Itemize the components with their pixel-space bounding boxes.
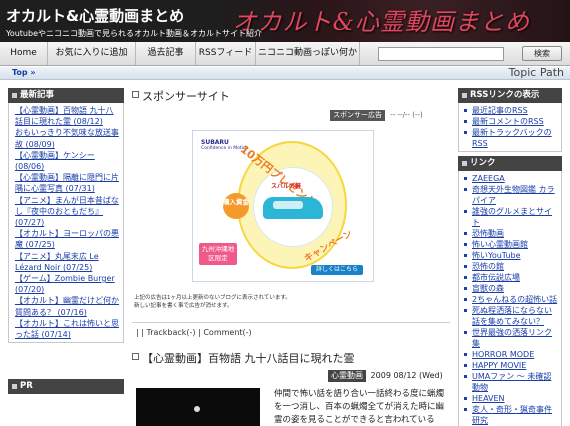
heading-bullet-icon <box>12 384 17 389</box>
external-link[interactable]: 都市伝説広場 <box>462 272 558 283</box>
links-list: ZAEEGA 奇想天外生物図鑑 カラパイア 誰強のグルメまとサイト 恐怖動画 怖… <box>458 171 562 426</box>
recent-post-item[interactable]: 【オカルト】幽霊だけど何か質問ある？ (07/16) <box>12 295 120 317</box>
rss-list: 最近記事のRSS 最新コメントのRSS 最新トラックバックのRSS <box>458 103 562 152</box>
ad-banner[interactable]: SUBARU Confidence in Motion 10万円プレゼント スバ… <box>192 130 374 282</box>
rss-link[interactable]: 最新コメントのRSS <box>462 116 558 127</box>
ad-cash-badge: 購入資金 <box>223 193 249 219</box>
site-subtitle: Youtubeやニコニコ動画で見られるオカルト動画＆オカルトサイト紹介 <box>6 29 262 38</box>
external-link[interactable]: 恐怖動画 <box>462 228 558 239</box>
external-link[interactable]: HAPPY MOVIE <box>462 360 558 371</box>
heading-bullet-icon <box>12 93 17 98</box>
ad-note-line: 上記の広告は1ヶ月以上更新のないブログに表示されています。 <box>134 295 291 301</box>
recent-posts-heading-label: 最新記事 <box>20 90 55 100</box>
recent-post-item[interactable]: 【オカルト】これは怖いと思った話 (07/14) <box>12 318 120 340</box>
ad-more-button[interactable]: 詳しくはこちら <box>311 265 363 275</box>
post-date: 2009 08/12 (Wed) <box>370 371 443 380</box>
pr-heading: PR <box>8 379 124 394</box>
decorative-title: オカルト&心霊動画まとめ <box>232 8 530 36</box>
pr-heading-label: PR <box>20 381 33 391</box>
post-title: 【心霊動画】百物語 九十八話目に現れた霊 <box>132 350 450 366</box>
ad-brand: SUBARU <box>201 139 229 146</box>
post-title-text[interactable]: 【心霊動画】百物語 九十八話目に現れた霊 <box>142 352 355 365</box>
links-heading-label: リンク <box>470 158 496 168</box>
links-heading: リンク <box>458 156 562 171</box>
search-input[interactable] <box>378 47 504 61</box>
nav-archive[interactable]: 過去記事 <box>136 42 196 65</box>
external-link[interactable]: 怖いYouTube <box>462 250 558 261</box>
external-link[interactable]: 盲獣の森 <box>462 283 558 294</box>
external-link[interactable]: HORROR MODE <box>462 349 558 360</box>
post-excerpt: 仲間で怖い話を語り合い一話終わる度に蝋燭を一つ消し、百本の蝋燭全てが消えた時に幽… <box>274 389 445 425</box>
recent-post-item[interactable]: おもいっきり不気味な放送事故 (08/09) <box>12 127 120 149</box>
external-link[interactable]: 奇想天外生物図鑑 カラパイア <box>462 184 558 206</box>
ad-category-tag[interactable]: スポンサー広告 <box>330 110 385 121</box>
external-link[interactable]: 誰強のグルメまとサイト <box>462 206 558 228</box>
site-title[interactable]: オカルト&心霊動画まとめ <box>6 5 184 26</box>
heading-bullet-icon <box>462 93 467 98</box>
external-link[interactable]: HEAVEN <box>462 393 558 404</box>
ad-region-badge: 九州沖縄地区限定 <box>199 243 237 265</box>
recent-post-item[interactable]: 【アニメ】まんが日本昔ばなし『夜中のおともだち』 (07/27) <box>12 195 120 229</box>
title-box-icon <box>132 91 139 98</box>
rss-heading-label: RSSリンクの表示 <box>470 90 540 100</box>
divider <box>132 322 450 323</box>
ad-meta: スポンサー広告 -- --/-- (--) <box>330 110 423 121</box>
external-link[interactable]: 変人・奇形・猟奇事件研究 <box>462 404 558 426</box>
ad-note-line: 新しい記事を書く事で広告が消せます。 <box>134 303 233 309</box>
main-content: スポンサーサイト スポンサー広告 -- --/-- (--) SUBARU Co… <box>132 88 450 426</box>
breadcrumb-top-link[interactable]: Top » <box>12 68 36 77</box>
sponsor-section-title: スポンサーサイト <box>132 88 450 104</box>
external-link[interactable]: 世界最強の洒落リンク集 <box>462 327 558 349</box>
recent-posts-heading: 最新記事 <box>8 88 124 103</box>
search-button[interactable]: 検索 <box>522 46 562 61</box>
nav-rss[interactable]: RSSフィード <box>196 42 256 65</box>
nav-favorites[interactable]: お気に入りに追加 <box>48 42 136 65</box>
ad-date: -- --/-- (--) <box>390 111 423 119</box>
trackback-comment-line[interactable]: | | Trackback(-) | Comment(-) <box>136 328 252 337</box>
breadcrumb: Top » Topic Path <box>0 66 570 80</box>
ad-car-name: スバルの軽 <box>271 183 302 190</box>
recent-post-item[interactable]: 【オカルト】ヨーロッパの悪魔 (07/25) <box>12 228 120 250</box>
recent-posts-list: 【心霊動画】百物語 九十八話目に現れた霊 (08/12) おもいっきり不気味な放… <box>8 103 124 344</box>
external-link[interactable]: UMAファン ～ 未確認動物 <box>462 371 558 393</box>
rss-link[interactable]: 最近記事のRSS <box>462 105 558 116</box>
recent-post-item[interactable]: 【心霊動画】百物語 九十八話目に現れた霊 (08/12) <box>12 105 120 127</box>
global-nav: Home お気に入りに追加 過去記事 RSSフィード ニコニコ動画っぽい何か 検… <box>0 42 570 66</box>
recent-post-item[interactable]: 【ゲーム】Zombie Burger (07/20) <box>12 273 120 295</box>
title-box-icon <box>132 353 139 360</box>
left-sidebar: 最新記事 【心霊動画】百物語 九十八話目に現れた霊 (08/12) おもいっきり… <box>8 88 124 344</box>
rss-heading: RSSリンクの表示 <box>458 88 562 103</box>
external-link[interactable]: ZAEEGA <box>462 173 558 184</box>
rss-link[interactable]: 最新トラックバックのRSS <box>462 127 558 149</box>
car-image <box>263 197 323 219</box>
header-decoration: オカルト&心霊動画まとめ <box>210 0 570 42</box>
nav-home[interactable]: Home <box>0 42 48 65</box>
external-link[interactable]: 2ちゃんねるの超怖い話 <box>462 294 558 305</box>
external-link[interactable]: 恐怖の館 <box>462 261 558 272</box>
post-thumbnail[interactable] <box>136 388 260 426</box>
nav-nico[interactable]: ニコニコ動画っぽい何か <box>256 42 360 65</box>
recent-post-item[interactable]: 【アニメ】丸尾末広 Le Lézard Noir (07/25) <box>12 251 120 273</box>
external-link[interactable]: 死ぬ程洒落にならない話を集めてみない？ <box>462 305 558 327</box>
topic-path-label: Topic Path <box>508 66 564 79</box>
post-meta: 心霊動画 2009 08/12 (Wed) <box>328 370 443 382</box>
right-sidebar: RSSリンクの表示 最近記事のRSS 最新コメントのRSS 最新トラックバックの… <box>458 88 562 426</box>
recent-post-item[interactable]: 【心霊動画】ケンシー (08/06) <box>12 150 120 172</box>
sponsor-title-text: スポンサーサイト <box>142 90 230 103</box>
recent-post-item[interactable]: 【心霊動画】隔離に隠門に片隅に心霊写真 (07/31) <box>12 172 120 194</box>
external-link[interactable]: 怖い心霊動画館 <box>462 239 558 250</box>
heading-bullet-icon <box>462 161 467 166</box>
site-header: オカルト&心霊動画まとめ オカルト&心霊動画まとめ Youtubeやニコニコ動画… <box>0 0 570 42</box>
ad-note: 上記の広告は1ヶ月以上更新のないブログに表示されています。 新しい記事を書く事で… <box>134 294 291 310</box>
post-category-tag[interactable]: 心霊動画 <box>328 370 366 382</box>
